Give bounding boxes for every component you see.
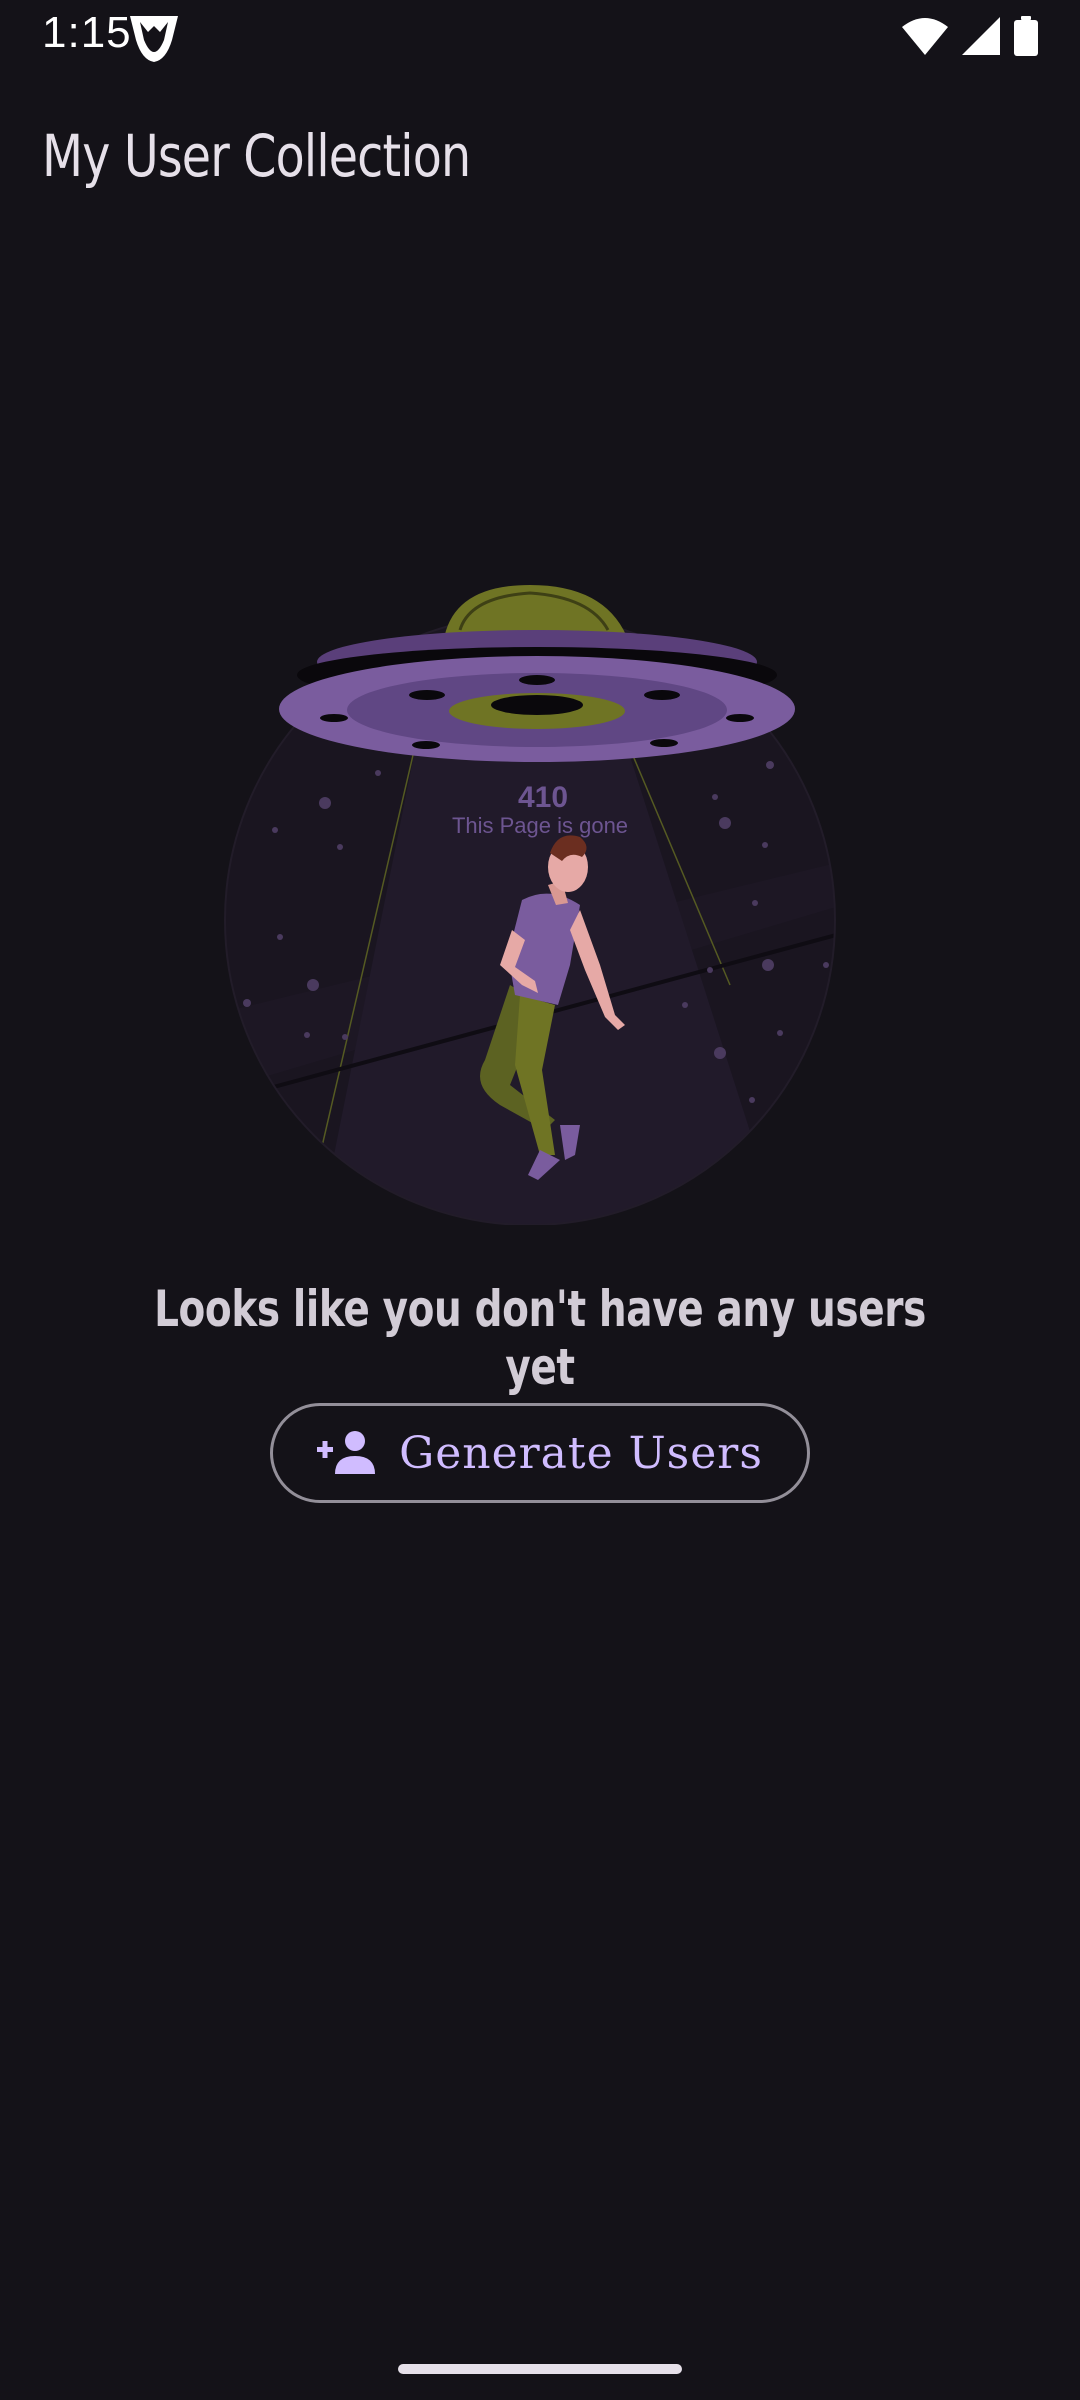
generate-users-button[interactable]: Generate Users (270, 1403, 810, 1503)
notification-app-icon (130, 16, 178, 62)
empty-state-message: Looks like you don't have any users yet (0, 1280, 1080, 1396)
status-bar: 1:15 (0, 0, 1080, 72)
cellular-signal-icon (962, 17, 1000, 55)
home-gesture-bar[interactable] (398, 2364, 682, 2374)
page-title: My User Collection (42, 122, 471, 190)
person-add-icon (317, 1431, 376, 1474)
ufo-abduction-illustration: 410 This Page is gone (224, 585, 836, 1225)
error-caption-text: This Page is gone (452, 813, 628, 838)
battery-icon (1014, 16, 1038, 56)
wifi-icon (902, 18, 948, 55)
empty-state-text: Looks like you don't have any users yet (154, 1280, 926, 1396)
error-code-text: 410 (518, 781, 568, 814)
generate-users-label: Generate Users (399, 1427, 763, 1479)
status-time: 1:15 (42, 8, 132, 57)
